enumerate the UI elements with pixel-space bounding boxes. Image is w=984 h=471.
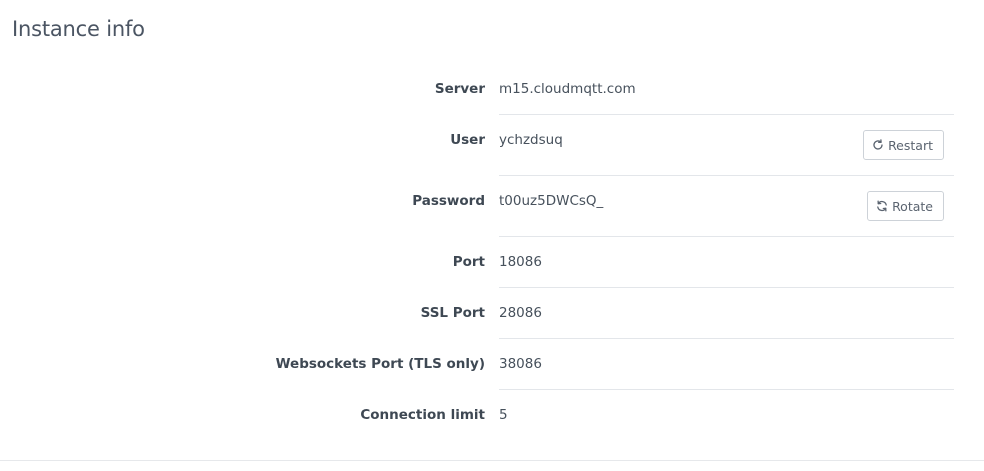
row-port: Port 18086: [0, 237, 954, 288]
refresh-icon: [872, 139, 884, 151]
user-value-cell: ychzdsuq Restart: [499, 115, 954, 176]
port-label: Port: [452, 254, 485, 270]
ssl-port-value: 28086: [499, 288, 954, 339]
row-user: User ychzdsuq Restart: [0, 115, 954, 176]
rotate-icon: [876, 200, 888, 212]
user-value: ychzdsuq: [499, 132, 563, 148]
connection-limit-label: Connection limit: [360, 407, 485, 423]
server-value: m15.cloudmqtt.com: [499, 64, 954, 115]
section-divider: [0, 460, 984, 461]
connection-limit-value: 5: [499, 407, 508, 423]
page-title: Instance info: [12, 17, 145, 41]
restart-button[interactable]: Restart: [863, 130, 944, 160]
ssl-port-label: SSL Port: [420, 305, 485, 321]
row-password: Password t00uz5DWCsQ_ Rotate: [0, 176, 954, 237]
row-server: Server m15.cloudmqtt.com: [0, 64, 954, 115]
port-value: 18086: [499, 237, 954, 288]
password-label: Password: [412, 193, 485, 209]
rotate-button[interactable]: Rotate: [867, 191, 944, 221]
rotate-button-label: Rotate: [892, 198, 933, 214]
websockets-port-value: 38086: [499, 339, 954, 390]
server-label: Server: [434, 81, 485, 97]
row-websockets-port: Websockets Port (TLS only) 38086: [0, 339, 954, 390]
password-value-cell: t00uz5DWCsQ_ Rotate: [499, 176, 954, 237]
password-value: t00uz5DWCsQ_: [499, 193, 604, 209]
row-ssl-port: SSL Port 28086: [0, 288, 954, 339]
row-connection-limit: Connection limit 5: [0, 390, 954, 441]
instance-info-table: Server m15.cloudmqtt.com User ychzdsuq R…: [0, 64, 954, 441]
websockets-port-label: Websockets Port (TLS only): [275, 356, 485, 372]
restart-button-label: Restart: [888, 137, 933, 153]
user-label: User: [450, 132, 485, 148]
